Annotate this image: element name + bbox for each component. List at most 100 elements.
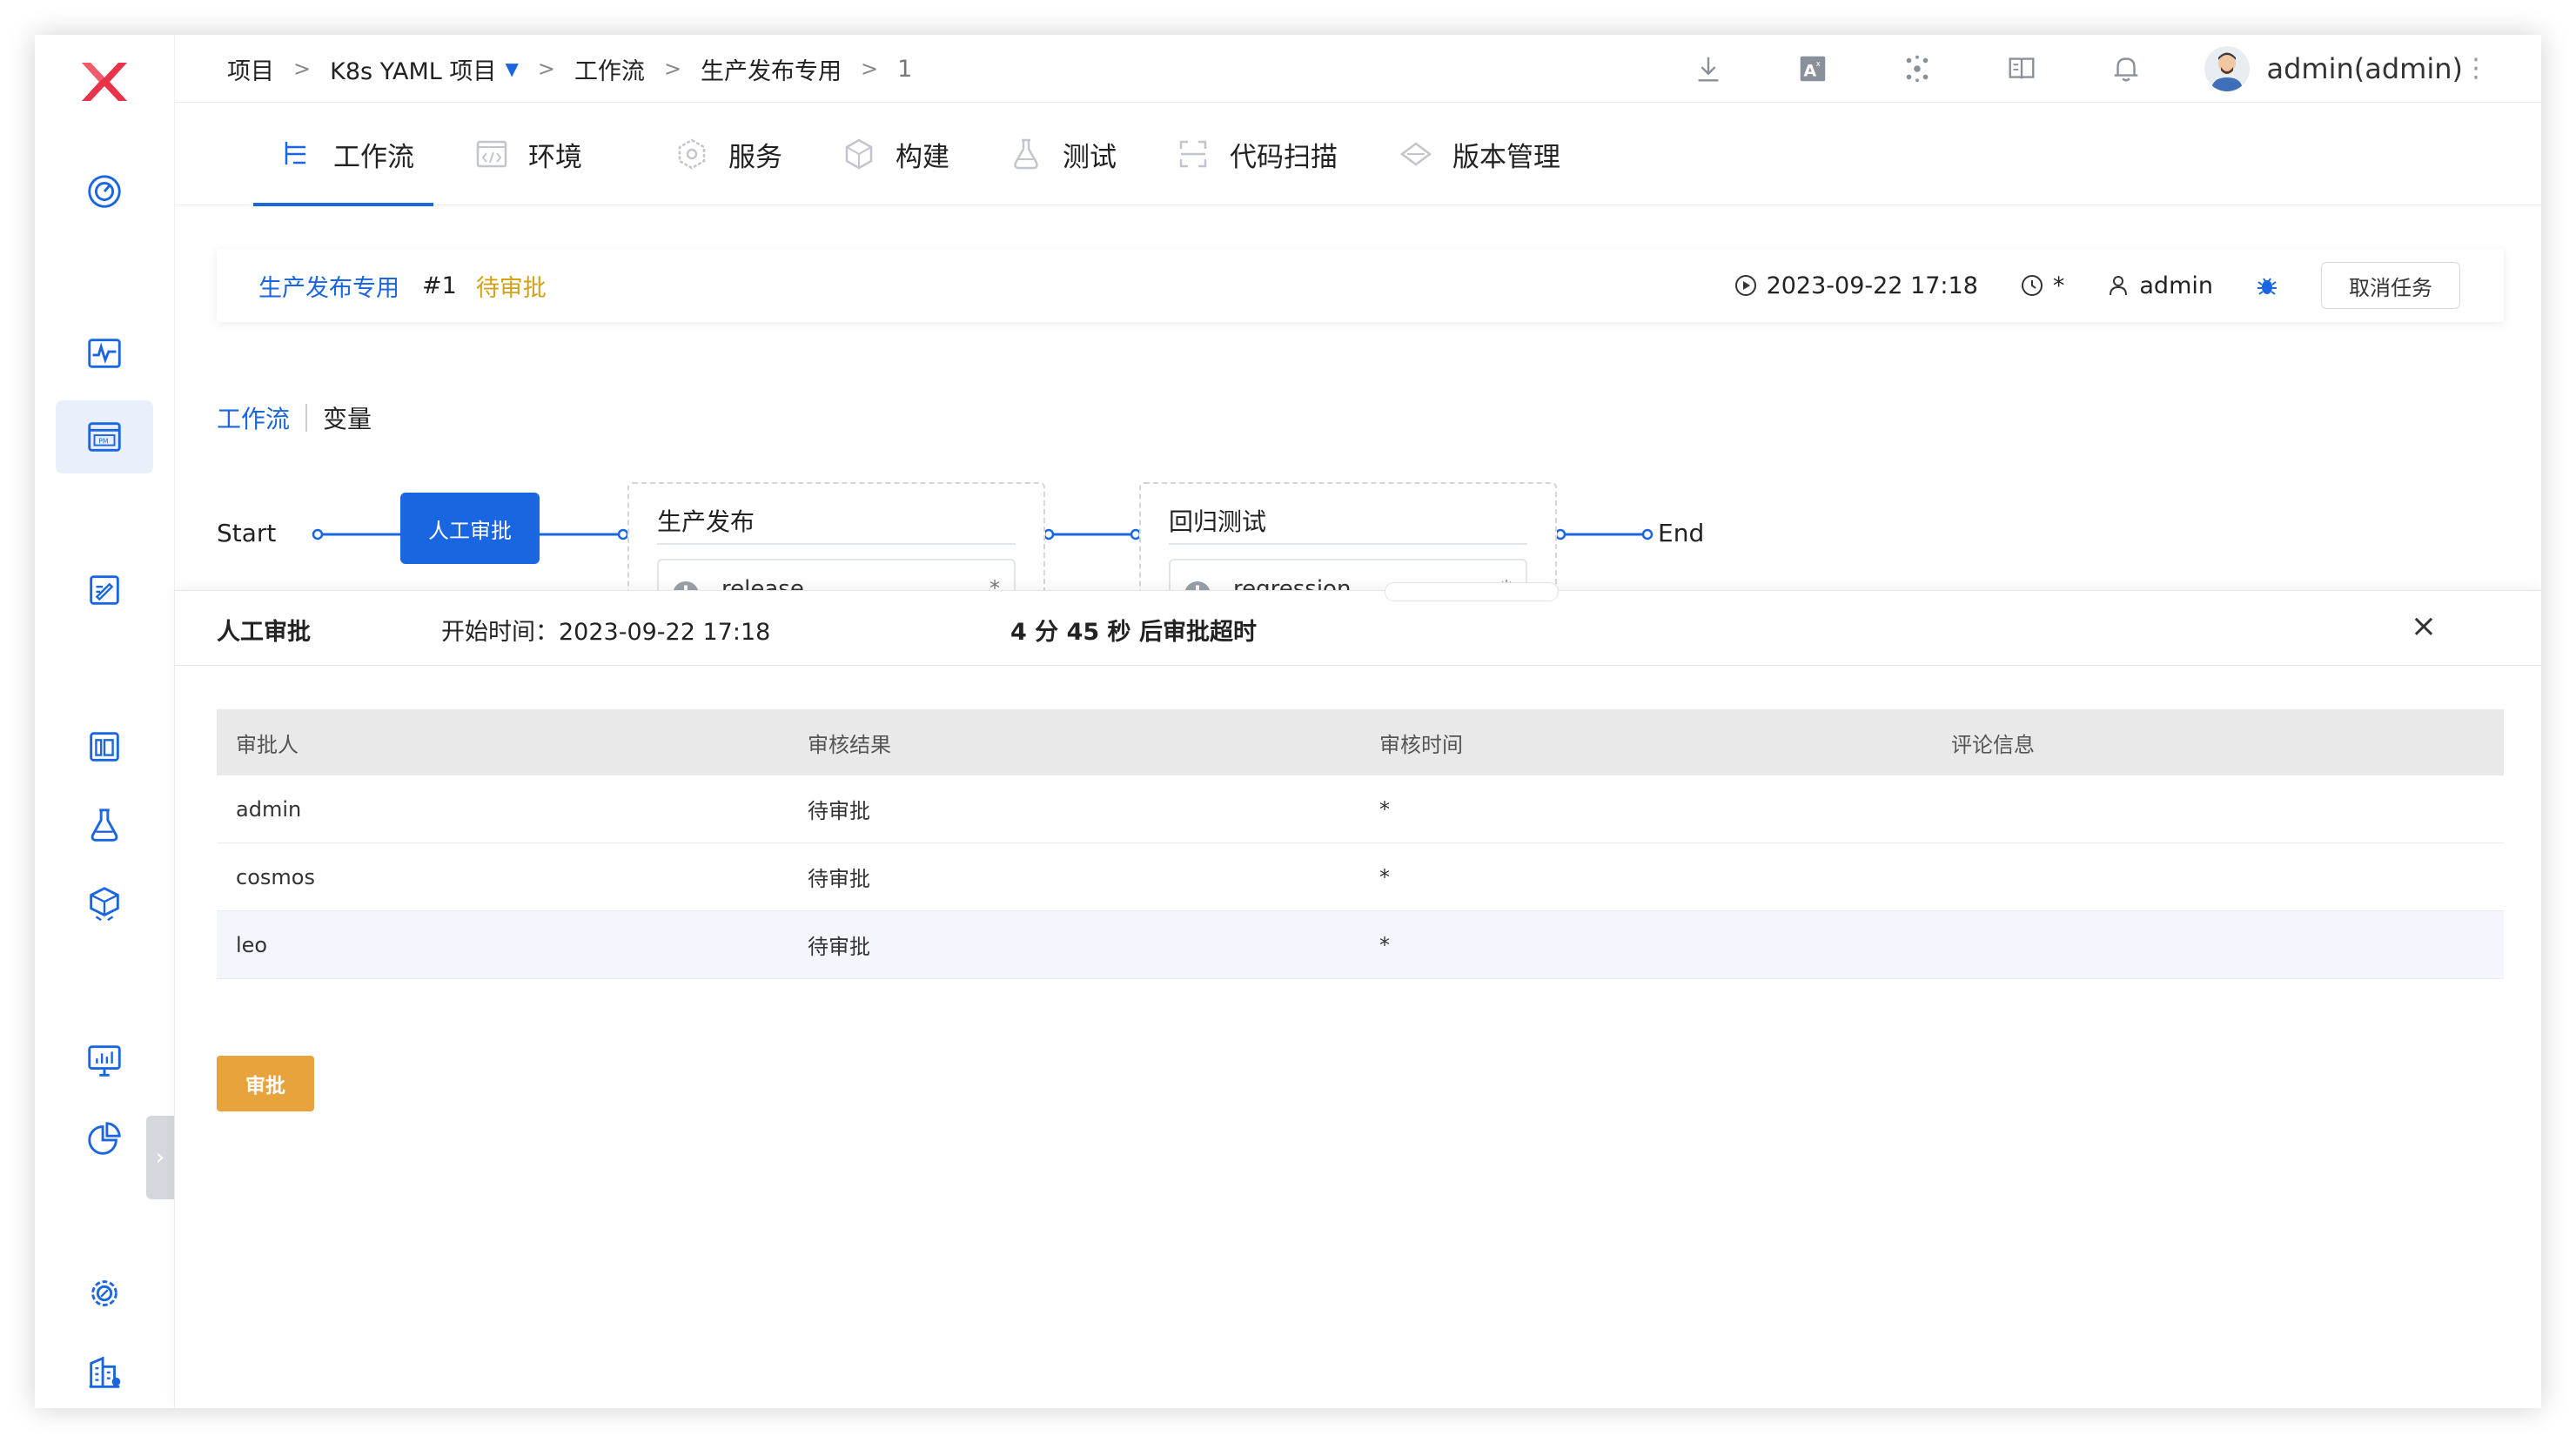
book-icon: [2009, 57, 2034, 79]
table-row: cosmos 待审批 *: [217, 843, 2504, 911]
tab-build[interactable]: 构建: [842, 103, 949, 205]
sidebar-item-enterprise[interactable]: [56, 1335, 153, 1408]
translate-icon: Ax: [1800, 56, 1825, 82]
panel-title: 人工审批: [217, 619, 311, 646]
sidebar-item-test[interactable]: [56, 789, 153, 862]
workflow-name-link[interactable]: 生产发布专用: [258, 269, 399, 303]
subtab-variables[interactable]: 变量: [323, 400, 372, 435]
activity-icon: [88, 339, 121, 368]
tab-label: 工作流: [333, 141, 414, 173]
sidebar-collapse-toggle[interactable]: ›: [146, 1116, 174, 1199]
approval-node[interactable]: 人工审批: [400, 493, 540, 564]
result-cell: 待审批: [808, 799, 870, 823]
svg-text:A: A: [1803, 62, 1816, 81]
main-content: 项目 > K8s YAML 项目 ▼ > 工作流 > 生产发布专用 > 1 Ax: [174, 35, 2541, 1408]
tab-environment[interactable]: 环境: [474, 103, 582, 205]
play-circle-icon: [1734, 275, 1756, 296]
breadcrumb-workflow[interactable]: 生产发布专用: [701, 52, 842, 86]
docs-button[interactable]: [1969, 35, 2074, 103]
bug-icon: [2257, 278, 2277, 295]
tab-test[interactable]: 测试: [1009, 103, 1117, 205]
artifact-icon: [90, 887, 119, 922]
result-cell: 待审批: [808, 867, 870, 891]
download-button[interactable]: [1656, 35, 1761, 103]
tab-label: 测试: [1063, 141, 1117, 173]
breadcrumb-project[interactable]: K8s YAML 项目: [330, 52, 496, 86]
sidebar-item-report[interactable]: [56, 1102, 153, 1175]
project-tabs: 工作流 环境 服务 构建 测试 代码扫描 版本管理: [175, 103, 2541, 206]
start-time-value: 2023-09-22 17:18: [559, 619, 771, 646]
approve-button[interactable]: 审批: [217, 1056, 314, 1111]
sidebar-item-settings[interactable]: [56, 1257, 153, 1330]
clock-icon: [2021, 275, 2043, 296]
test-icon: [1014, 138, 1038, 170]
table-row: admin 待审批 *: [217, 775, 2504, 843]
result-cell: 待审批: [808, 935, 870, 959]
stage-title: 生产发布: [657, 507, 755, 536]
start-time: 2023-09-22 17:18: [1734, 272, 1978, 299]
creator-value: admin: [2139, 272, 2213, 299]
approver-cell: admin: [236, 796, 302, 822]
tab-code-scan[interactable]: 代码扫描: [1176, 103, 1338, 205]
table-row: leo 待审批 *: [217, 911, 2504, 979]
sidebar-item-edit[interactable]: [56, 554, 153, 627]
notifications-button[interactable]: [2074, 35, 2178, 103]
chevron-right-icon: ›: [155, 1144, 165, 1171]
sidebar-item-build[interactable]: [56, 710, 153, 783]
top-bar: 项目 > K8s YAML 项目 ▼ > 工作流 > 生产发布专用 > 1 Ax: [175, 35, 2541, 103]
translate-button[interactable]: Ax: [1761, 35, 1865, 103]
svg-text:PM: PM: [98, 438, 108, 446]
app-window: PM › 项目 > K8s YAML 项目 ▼ > 工作流 > 生产发布专用 >…: [35, 35, 2541, 1408]
logo-icon: [82, 63, 127, 101]
column-header: 评论信息: [1951, 732, 2035, 757]
bell-icon: [2114, 57, 2137, 82]
user-name: admin(admin): [2266, 52, 2464, 85]
test-icon: [91, 809, 118, 842]
breadcrumb-separator: >: [861, 57, 879, 81]
stage-divider: [1169, 543, 1527, 545]
approver-cell: leo: [236, 932, 268, 957]
tab-label: 环境: [528, 141, 582, 173]
cancel-task-button[interactable]: 取消任务: [2321, 262, 2460, 309]
breadcrumb-workflows[interactable]: 工作流: [574, 52, 645, 86]
time-cell: *: [1379, 864, 1390, 889]
creator: admin: [2106, 272, 2213, 299]
more-vertical-icon[interactable]: ⋮: [2463, 56, 2489, 82]
dashboard-icon: [88, 175, 121, 208]
column-header: 审核时间: [1379, 732, 1463, 757]
sidebar-item-activity[interactable]: [56, 317, 153, 390]
start-time-value: 2023-09-22 17:18: [1766, 272, 1978, 299]
start-time-label: 开始时间：: [441, 619, 559, 646]
plugins-button[interactable]: [1865, 35, 1969, 103]
edit-icon: [90, 575, 119, 605]
logo[interactable]: [77, 54, 132, 110]
subtab-divider: [305, 404, 308, 432]
duration: *: [2020, 272, 2064, 299]
enterprise-icon: [89, 1356, 121, 1388]
environment-icon: [476, 140, 507, 168]
scan-icon: [1179, 140, 1207, 168]
debug-button[interactable]: [2255, 273, 2279, 298]
tab-version[interactable]: 版本管理: [1399, 103, 1560, 205]
user-icon: [2110, 276, 2128, 296]
tab-service[interactable]: 服务: [674, 103, 782, 205]
workflow-icon: [285, 142, 305, 164]
sidebar-item-dashboard[interactable]: [56, 155, 153, 228]
subtab-workflow[interactable]: 工作流: [217, 400, 290, 435]
sidebar-item-project[interactable]: PM: [56, 400, 153, 473]
breadcrumb-run: 1: [897, 55, 913, 83]
caret-down-icon[interactable]: ▼: [505, 58, 518, 79]
breadcrumb-separator: >: [293, 57, 312, 81]
task-info-card: 生产发布专用 #1 待审批 2023-09-22 17:18 * admin 取…: [217, 249, 2504, 322]
tab-workflow[interactable]: 工作流: [253, 103, 433, 206]
panel-start-time: 开始时间：2023-09-22 17:18: [441, 613, 770, 647]
close-icon[interactable]: ×: [2411, 608, 2437, 644]
svg-text:x: x: [1815, 60, 1820, 69]
breadcrumb-projects[interactable]: 项目: [227, 52, 274, 86]
breadcrumb-separator: >: [537, 57, 555, 81]
user-menu[interactable]: admin(admin): [2204, 46, 2464, 91]
sidebar-item-monitor[interactable]: [56, 1024, 153, 1097]
avatar: [2204, 46, 2250, 91]
sidebar-item-artifact[interactable]: [56, 867, 153, 940]
build-icon: [845, 138, 873, 170]
